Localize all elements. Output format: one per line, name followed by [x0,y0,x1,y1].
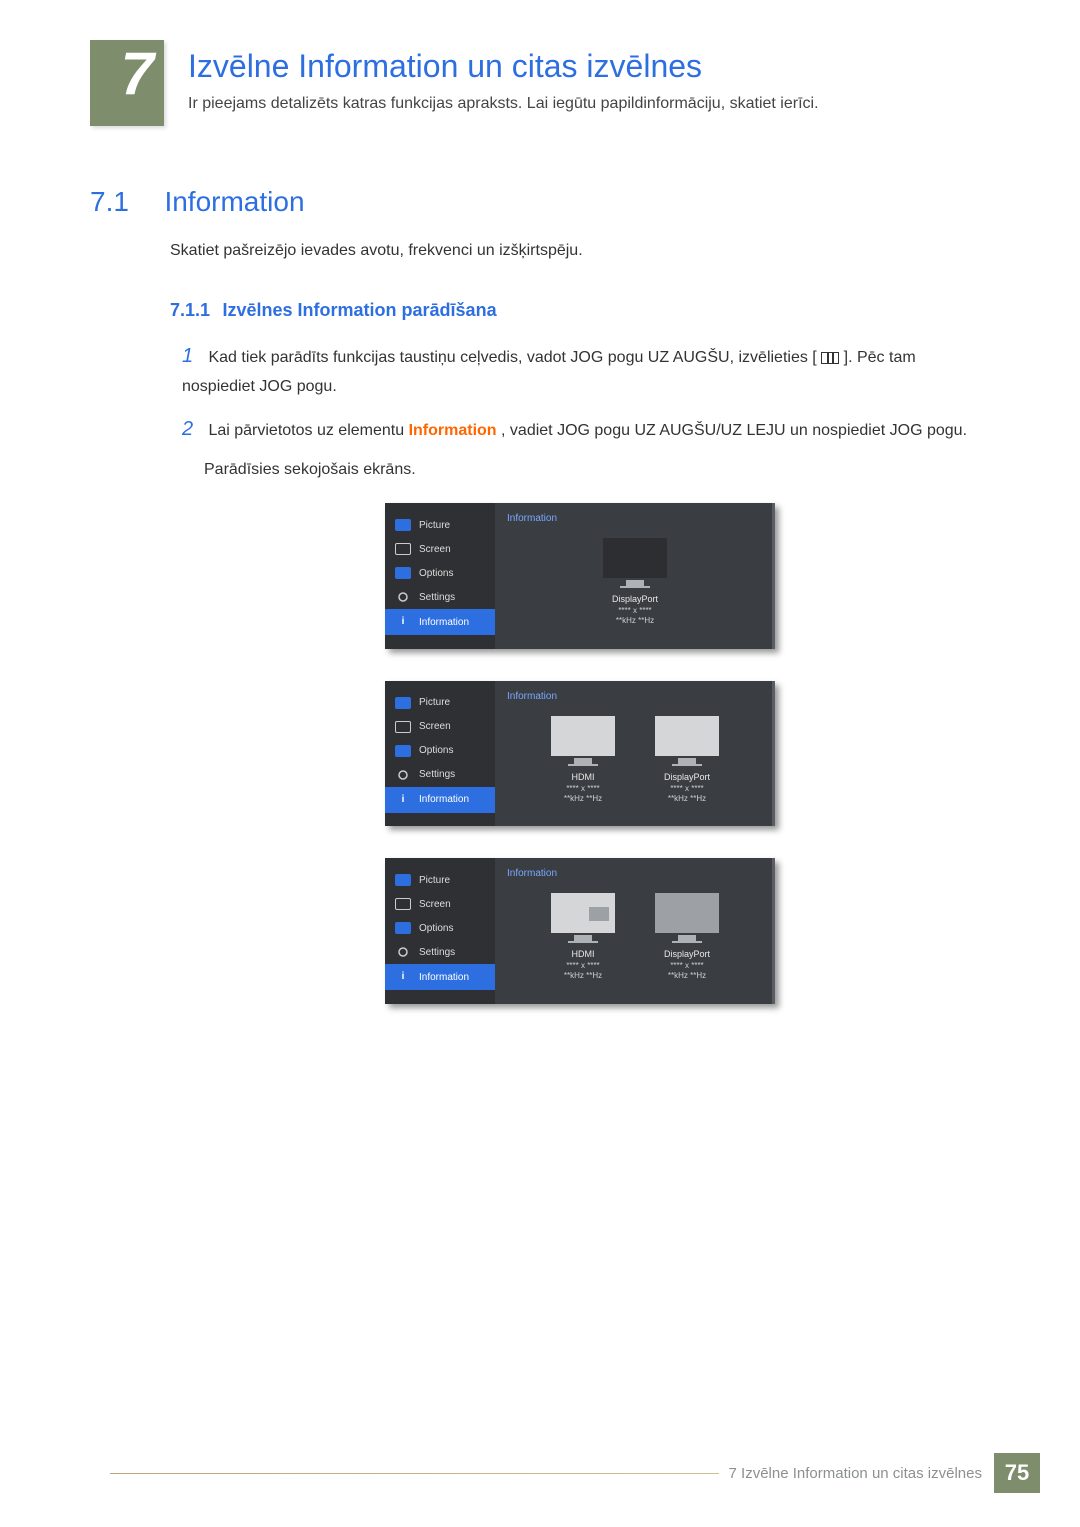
signal-label: HDMI **** x **** **kHz **Hz [564,772,602,804]
pip-overlay [589,907,609,921]
monitor-base [672,764,702,766]
chapter-heading-block: Izvēlne Information un citas izvēlnes Ir… [188,40,819,113]
picture-icon [395,874,411,886]
osd-screen-row: HDMI **** x **** **kHz **Hz DisplayPort … [507,716,763,804]
signal-label: HDMI **** x **** **kHz **Hz [564,949,602,981]
osd-screenshots: Picture Screen Options Settings iInforma… [170,503,990,1003]
step-2-text-c: Parādīsies sekojošais ekrāns. [204,456,990,483]
signal-label: DisplayPort **** x **** **kHz **Hz [664,949,710,981]
options-icon [395,745,411,757]
osd-menu-screen: Screen [385,537,495,561]
section-7-1: 7.1 Information Skatiet pašreizējo ievad… [90,186,990,260]
osd-menu-picture: Picture [385,691,495,715]
osd-menu-options: Options [385,561,495,585]
monitor-icon [655,893,719,933]
osd-screenshot-1: Picture Screen Options Settings iInforma… [385,503,775,648]
monitor-base [568,764,598,766]
subsection-number: 7.1.1 [170,300,210,320]
gear-icon [395,769,411,781]
osd-display-hdmi: HDMI **** x **** **kHz **Hz [551,716,615,804]
monitor-base [672,941,702,943]
osd-menu-screen: Screen [385,715,495,739]
osd-screen-row: HDMI **** x **** **kHz **Hz DisplayPort … [507,893,763,981]
monitor-icon [551,716,615,756]
screen-icon [395,543,411,555]
osd-menu-settings: Settings [385,763,495,787]
step-number: 2 [182,412,204,446]
osd-menu-picture: Picture [385,513,495,537]
osd-menu-options: Options [385,916,495,940]
screen-icon [395,721,411,733]
osd-panel-title: Information [507,513,763,524]
info-icon: i [395,970,411,984]
chapter-number-badge: 7 [90,40,164,126]
osd-menu-settings: Settings [385,940,495,964]
monitor-base [620,586,650,588]
screen-icon [395,898,411,910]
step-number: 1 [182,339,204,373]
osd-menu-information: iInformation [385,964,495,990]
osd-main-panel: Information HDMI **** x **** **kHz **Hz [495,681,775,826]
monitor-icon [603,538,667,578]
osd-menu-settings: Settings [385,585,495,609]
info-icon: i [395,793,411,807]
osd-display-1: DisplayPort **** x **** **kHz **Hz [603,538,667,626]
page-footer: 7 Izvēlne Information un citas izvēlnes … [0,1453,1080,1493]
osd-sidebar: Picture Screen Options Settings iInforma… [385,681,495,826]
info-icon: i [395,615,411,629]
osd-menu-options: Options [385,739,495,763]
monitor-icon [655,716,719,756]
section-body: Skatiet pašreizējo ievades avotu, frekve… [170,242,990,260]
step-1: 1 Kad tiek parādīts funkcijas taustiņu c… [182,339,990,400]
step-list: 1 Kad tiek parādīts funkcijas taustiņu c… [182,339,990,483]
manual-page: 7 Izvēlne Information un citas izvēlnes … [0,0,1080,1527]
step-2: 2 Lai pārvietotos uz elementu Informatio… [182,412,990,483]
osd-screen-row: DisplayPort **** x **** **kHz **Hz [507,538,763,626]
osd-screenshot-3: Picture Screen Options Settings iInforma… [385,858,775,1003]
chapter-description: Ir pieejams detalizēts katras funkcijas … [188,95,819,113]
osd-display-dp: DisplayPort **** x **** **kHz **Hz [655,716,719,804]
subsection-title: Izvēlnes Information parādīšana [223,300,497,320]
step-2-text-b: , vadiet JOG pogu UZ AUGŠU/UZ LEJU un no… [501,422,967,439]
monitor-icon [551,893,615,933]
monitor-base [568,941,598,943]
section-title: Information [164,186,304,217]
picture-icon [395,519,411,531]
osd-screenshot-2: Picture Screen Options Settings iInforma… [385,681,775,826]
osd-menu-information: iInformation [385,609,495,635]
information-keyword: Information [409,422,497,439]
osd-menu-picture: Picture [385,868,495,892]
osd-display-hdmi: HDMI **** x **** **kHz **Hz [551,893,615,981]
step-1-text-a: Kad tiek parādīts funkcijas taustiņu ceļ… [208,349,816,366]
page-number: 75 [994,1453,1040,1493]
osd-display-dp: DisplayPort **** x **** **kHz **Hz [655,893,719,981]
osd-panel-title: Information [507,691,763,702]
menu-icon [821,352,839,364]
osd-sidebar: Picture Screen Options Settings iInforma… [385,503,495,648]
signal-label: DisplayPort **** x **** **kHz **Hz [664,772,710,804]
options-icon [395,567,411,579]
section-number: 7.1 [90,186,160,218]
osd-sidebar: Picture Screen Options Settings iInforma… [385,858,495,1003]
osd-main-panel: Information DisplayPort **** x **** **kH… [495,503,775,648]
options-icon [395,922,411,934]
osd-menu-information: iInformation [385,787,495,813]
step-2-text-a: Lai pārvietotos uz elementu [208,422,408,439]
footer-chapter-label: 7 Izvēlne Information un citas izvēlnes [719,1465,982,1482]
chapter-title: Izvēlne Information un citas izvēlnes [188,48,819,85]
osd-panel-title: Information [507,868,763,879]
chapter-header: 7 Izvēlne Information un citas izvēlnes … [90,40,990,126]
gear-icon [395,591,411,603]
signal-label: DisplayPort **** x **** **kHz **Hz [612,594,658,626]
osd-main-panel: Information HDMI **** x **** **kHz **Hz [495,858,775,1003]
gear-icon [395,946,411,958]
osd-menu-screen: Screen [385,892,495,916]
subsection-7-1-1: 7.1.1 Izvēlnes Information parādīšana 1 … [170,300,990,1004]
picture-icon [395,697,411,709]
